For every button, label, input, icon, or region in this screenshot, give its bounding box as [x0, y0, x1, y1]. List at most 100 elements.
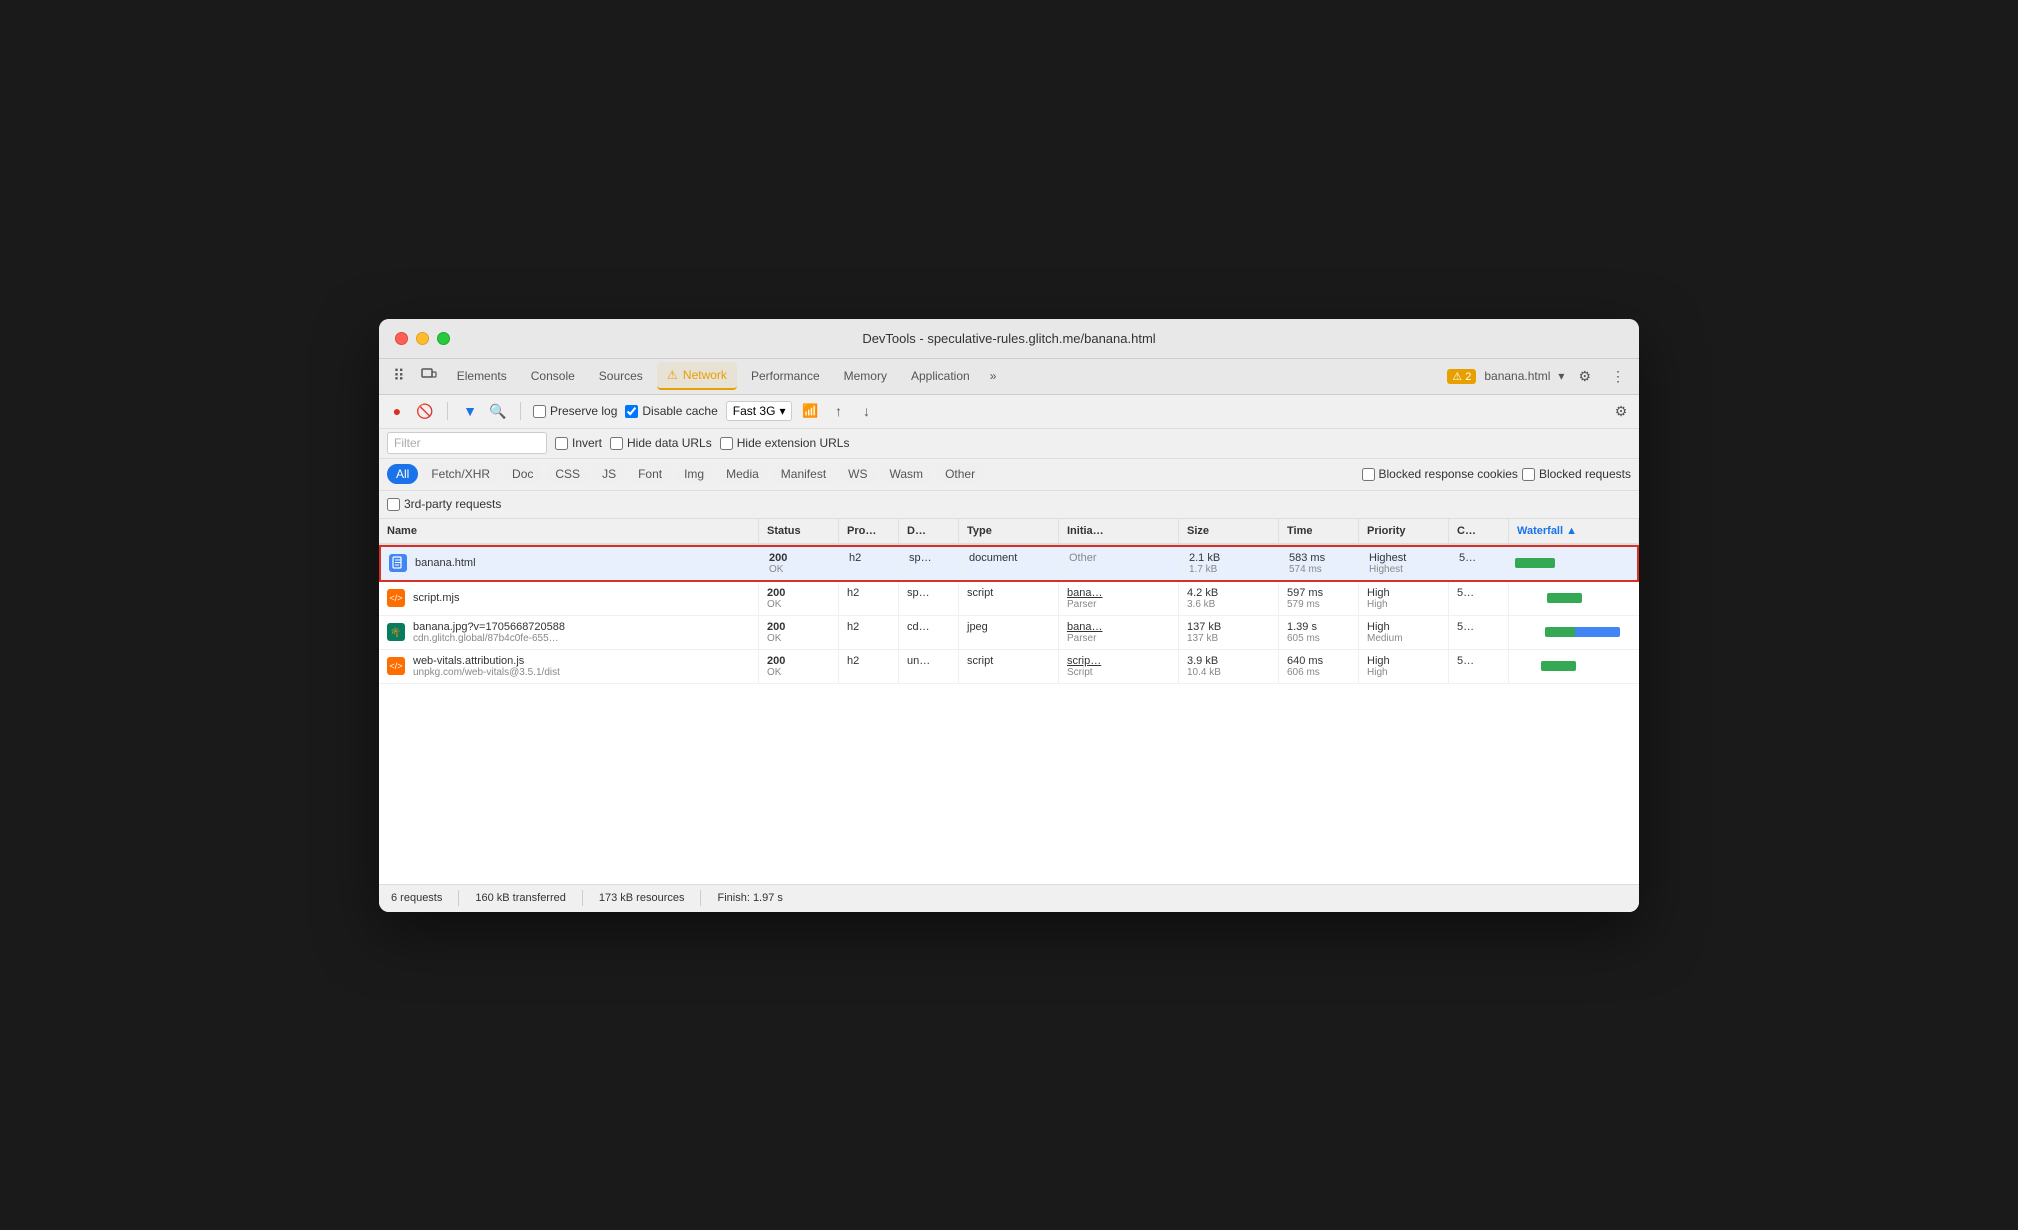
filter-css[interactable]: CSS: [546, 464, 589, 484]
script-icon: </>: [387, 589, 405, 607]
devtools-window: DevTools - speculative-rules.glitch.me/b…: [379, 319, 1639, 912]
table-header: Name Status Pro… D… Type Initia… Size Ti…: [379, 519, 1639, 545]
td-initiator: Other: [1061, 547, 1181, 580]
script-icon: </>: [387, 657, 405, 675]
tab-memory[interactable]: Memory: [834, 363, 897, 389]
td-initiator: bana… Parser: [1059, 582, 1179, 615]
filter-other[interactable]: Other: [936, 464, 984, 484]
more-tabs-button[interactable]: »: [984, 365, 1003, 387]
filter-row: Invert Hide data URLs Hide extension URL…: [379, 429, 1639, 459]
type-filter-row: All Fetch/XHR Doc CSS JS Font Img Media …: [379, 459, 1639, 491]
third-party-checkbox[interactable]: 3rd-party requests: [387, 497, 501, 511]
network-table: Name Status Pro… D… Type Initia… Size Ti…: [379, 519, 1639, 684]
td-waterfall: [1509, 582, 1639, 615]
filter-input[interactable]: [387, 432, 547, 454]
td-domain: un…: [899, 650, 959, 683]
td-connection: 5…: [1449, 650, 1509, 683]
more-options-icon[interactable]: ⋮: [1605, 364, 1631, 389]
filter-all[interactable]: All: [387, 464, 418, 484]
filter-doc[interactable]: Doc: [503, 464, 542, 484]
throttle-selector[interactable]: Fast 3G ▾: [726, 401, 793, 421]
clear-button[interactable]: 🚫: [415, 401, 435, 421]
filter-fetch[interactable]: Fetch/XHR: [422, 464, 499, 484]
throttle-dropdown-icon: ▾: [779, 404, 785, 418]
filter-media[interactable]: Media: [717, 464, 768, 484]
filename: banana.html: [415, 557, 476, 569]
filename: banana.jpg?v=1705668720588: [413, 621, 565, 633]
tab-pointer[interactable]: ⠿: [387, 364, 411, 388]
table-row[interactable]: 🌴 banana.jpg?v=1705668720588 cdn.glitch.…: [379, 616, 1639, 650]
filter-font[interactable]: Font: [629, 464, 671, 484]
table-body: banana.html 200 OK h2 sp… document Other…: [379, 545, 1639, 684]
hide-extension-urls-checkbox[interactable]: Hide extension URLs: [720, 436, 850, 450]
preserve-log-checkbox[interactable]: Preserve log: [533, 404, 617, 418]
th-status[interactable]: Status: [759, 519, 839, 543]
network-settings-icon[interactable]: ⚙: [1611, 401, 1631, 421]
th-name[interactable]: Name: [379, 519, 759, 543]
td-size: 3.9 kB 10.4 kB: [1179, 650, 1279, 683]
network-toolbar: ● 🚫 ▼ 🔍 Preserve log Disable cache Fast …: [379, 395, 1639, 429]
filter-img[interactable]: Img: [675, 464, 713, 484]
maximize-button[interactable]: [437, 332, 450, 345]
td-size: 4.2 kB 3.6 kB: [1179, 582, 1279, 615]
search-icon[interactable]: 🔍: [488, 401, 508, 421]
settings-icon[interactable]: ⚙: [1572, 364, 1597, 389]
filter-wasm[interactable]: Wasm: [881, 464, 933, 484]
context-dropdown-icon[interactable]: ▾: [1558, 369, 1564, 383]
td-initiator: bana… Parser: [1059, 616, 1179, 649]
td-domain: cd…: [899, 616, 959, 649]
blocked-cookies-checkbox[interactable]: Blocked response cookies: [1362, 467, 1518, 481]
filter-js[interactable]: JS: [593, 464, 625, 484]
filter-icon[interactable]: ▼: [460, 401, 480, 421]
doc-icon: [389, 554, 407, 572]
td-status: 200 OK: [759, 616, 839, 649]
tab-elements[interactable]: Elements: [447, 363, 517, 389]
waterfall-bar-green: [1545, 627, 1575, 637]
filename: script.mjs: [413, 592, 459, 604]
th-type[interactable]: Type: [959, 519, 1059, 543]
filter-manifest[interactable]: Manifest: [772, 464, 835, 484]
td-protocol: h2: [839, 650, 899, 683]
record-button[interactable]: ●: [387, 401, 407, 421]
tab-sources[interactable]: Sources: [589, 363, 653, 389]
tab-network[interactable]: ⚠ Network: [657, 362, 737, 390]
table-row[interactable]: banana.html 200 OK h2 sp… document Other…: [379, 545, 1639, 582]
filter-ws[interactable]: WS: [839, 464, 876, 484]
th-domain[interactable]: D…: [899, 519, 959, 543]
table-row[interactable]: </> script.mjs 200 OK h2 sp… script bana…: [379, 582, 1639, 616]
td-waterfall: [1511, 547, 1637, 580]
th-protocol[interactable]: Pro…: [839, 519, 899, 543]
td-time: 583 ms 574 ms: [1281, 547, 1361, 580]
empty-space: [379, 684, 1639, 884]
upload-icon[interactable]: ↑: [828, 401, 848, 421]
tab-application[interactable]: Application: [901, 363, 980, 389]
th-size[interactable]: Size: [1179, 519, 1279, 543]
td-name: </> script.mjs: [379, 582, 759, 615]
context-selector[interactable]: banana.html: [1484, 369, 1550, 383]
tab-device-toggle[interactable]: [415, 365, 443, 388]
disable-cache-input[interactable]: [625, 405, 638, 418]
download-icon[interactable]: ↓: [856, 401, 876, 421]
td-domain: sp…: [899, 582, 959, 615]
close-button[interactable]: [395, 332, 408, 345]
blocked-requests-checkbox[interactable]: Blocked requests: [1522, 467, 1631, 481]
table-row[interactable]: </> web-vitals.attribution.js unpkg.com/…: [379, 650, 1639, 684]
preserve-log-input[interactable]: [533, 405, 546, 418]
td-time: 597 ms 579 ms: [1279, 582, 1359, 615]
th-time[interactable]: Time: [1279, 519, 1359, 543]
transferred-size: 160 kB transferred: [475, 892, 566, 904]
th-priority[interactable]: Priority: [1359, 519, 1449, 543]
disable-cache-checkbox[interactable]: Disable cache: [625, 404, 717, 418]
tab-performance[interactable]: Performance: [741, 363, 830, 389]
th-initiator[interactable]: Initia…: [1059, 519, 1179, 543]
titlebar: DevTools - speculative-rules.glitch.me/b…: [379, 319, 1639, 359]
wifi-icon[interactable]: 📶: [800, 401, 820, 421]
minimize-button[interactable]: [416, 332, 429, 345]
invert-checkbox[interactable]: Invert: [555, 436, 602, 450]
th-connection[interactable]: C…: [1449, 519, 1509, 543]
tab-console[interactable]: Console: [521, 363, 585, 389]
hide-data-urls-checkbox[interactable]: Hide data URLs: [610, 436, 712, 450]
td-size: 137 kB 137 kB: [1179, 616, 1279, 649]
td-priority: High High: [1359, 650, 1449, 683]
th-waterfall[interactable]: Waterfall ▲: [1509, 519, 1639, 543]
